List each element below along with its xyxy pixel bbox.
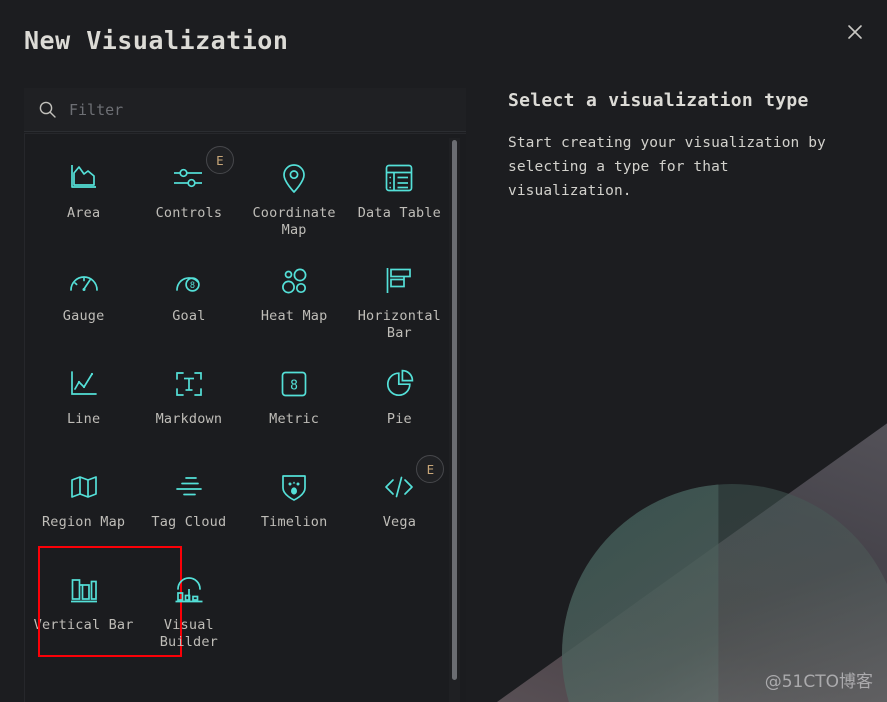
- visualization-type-label: Horizontal Bar: [357, 308, 442, 341]
- timelion-icon: [280, 467, 308, 507]
- info-panel-heading: Select a visualization type: [508, 90, 809, 111]
- svg-text:8: 8: [290, 379, 298, 394]
- svg-text:8: 8: [190, 281, 195, 291]
- visualization-type-region-map[interactable]: Region Map: [31, 451, 136, 554]
- visualization-type-label: Heat Map: [260, 308, 328, 324]
- visualization-type-label: Controls: [155, 205, 223, 221]
- line-chart-icon: [68, 364, 100, 404]
- watermark: @51CTO博客: [764, 672, 873, 692]
- experimental-badge: E: [416, 455, 445, 483]
- metric-icon: 8: [280, 364, 308, 404]
- vertical-bar-icon: [69, 570, 99, 610]
- filter-input[interactable]: [69, 100, 456, 119]
- code-brackets-icon: E: [382, 455, 445, 507]
- heat-map-icon: [279, 261, 309, 301]
- visualization-type-label: Coordinate Map: [252, 205, 336, 238]
- visualization-type-grid: Area E Controls Coordinate Map Data Table Gau…: [25, 134, 466, 657]
- visualization-type-vertical-bar[interactable]: Vertical Bar: [31, 546, 183, 657]
- visualization-type-controls[interactable]: E Controls: [136, 142, 241, 245]
- visualization-type-gauge[interactable]: Gauge: [31, 245, 136, 348]
- visualization-type-label: Metric: [269, 411, 320, 427]
- visualization-type-label: Gauge: [62, 308, 105, 324]
- visualization-type-heat-map[interactable]: Heat Map: [242, 245, 347, 348]
- visualization-type-label: Vega: [382, 514, 417, 530]
- visualization-type-pie[interactable]: Pie: [347, 348, 452, 451]
- list-scrollbar[interactable]: [449, 138, 460, 702]
- visualization-type-metric[interactable]: 8 Metric: [242, 348, 347, 451]
- visualization-type-visual-builder[interactable]: Visual Builder: [136, 554, 241, 657]
- list-scrollbar-thumb[interactable]: [452, 140, 457, 680]
- region-map-icon: [69, 467, 99, 507]
- visualization-type-goal[interactable]: 8 Goal: [136, 245, 241, 348]
- info-panel-body: Start creating your visualization by sel…: [508, 135, 826, 199]
- visualization-type-label: Line: [66, 411, 101, 427]
- decorative-triangle-shape: [497, 402, 887, 702]
- filter-bar[interactable]: [24, 88, 466, 132]
- tag-cloud-icon: [173, 467, 205, 507]
- close-button[interactable]: [841, 18, 869, 46]
- visualization-type-markdown[interactable]: Markdown: [136, 348, 241, 451]
- visualization-type-data-table[interactable]: Data Table: [347, 142, 452, 245]
- search-icon: [38, 100, 57, 119]
- data-table-icon: [384, 158, 414, 198]
- map-pin-icon: [281, 158, 307, 198]
- close-icon: [846, 23, 864, 41]
- visualization-type-vega[interactable]: E Vega: [347, 451, 452, 554]
- pie-chart-icon: [384, 364, 414, 404]
- visualization-type-coordinate-map[interactable]: Coordinate Map: [242, 142, 347, 245]
- area-chart-icon: [68, 158, 100, 198]
- visualization-type-label: Data Table: [357, 205, 442, 221]
- experimental-badge: E: [205, 146, 234, 174]
- visualization-type-label: Markdown: [155, 411, 223, 427]
- visualization-type-line[interactable]: Line: [31, 348, 136, 451]
- visualization-type-horizontal-bar[interactable]: Horizontal Bar: [347, 245, 452, 348]
- visualization-type-label: Timelion: [260, 514, 328, 530]
- visualization-type-timelion[interactable]: Timelion: [242, 451, 347, 554]
- visualization-type-picker: Area E Controls Coordinate Map Data Table Gau…: [24, 88, 466, 702]
- visualization-type-list: Area E Controls Coordinate Map Data Table Gau…: [24, 133, 466, 702]
- visualization-type-label: Region Map: [41, 514, 126, 530]
- info-panel: Select a visualization type Start creati…: [508, 90, 860, 203]
- horizontal-bar-icon: [384, 261, 414, 301]
- controls-icon: E: [172, 146, 234, 198]
- visualization-type-label: Vertical Bar: [33, 617, 134, 633]
- visualization-type-label: Visual Builder: [159, 617, 219, 650]
- visualization-type-label: Tag Cloud: [151, 514, 227, 530]
- goal-icon: 8: [174, 261, 204, 301]
- page-title: New Visualization: [24, 26, 289, 55]
- markdown-icon: [174, 364, 204, 404]
- visual-builder-icon: [173, 570, 205, 610]
- visualization-type-tag-cloud[interactable]: Tag Cloud: [136, 451, 241, 554]
- visualization-type-area[interactable]: Area: [31, 142, 136, 245]
- gauge-icon: [68, 261, 100, 301]
- visualization-type-label: Goal: [172, 308, 206, 324]
- visualization-type-label: Pie: [386, 411, 412, 427]
- visualization-type-label: Area: [66, 205, 101, 221]
- new-visualization-modal: New Visualization Area E Controls Coordinat…: [0, 0, 887, 702]
